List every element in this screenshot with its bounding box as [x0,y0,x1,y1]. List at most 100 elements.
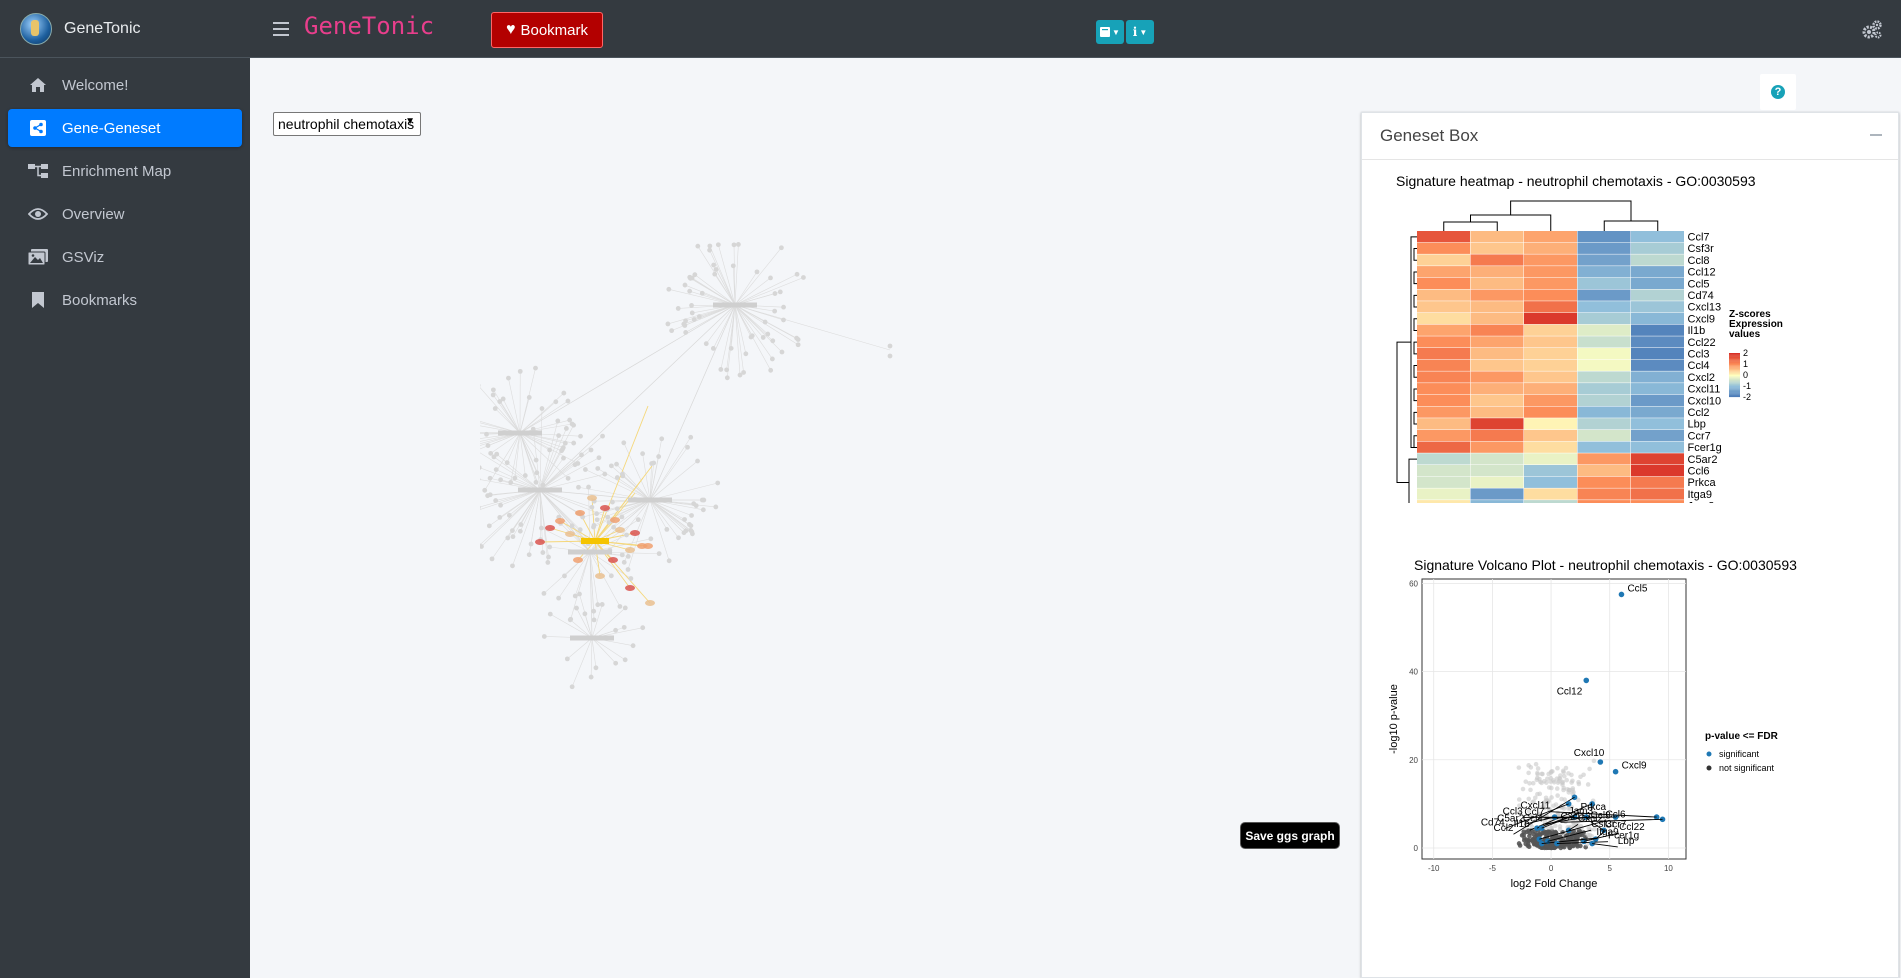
legend-swatch [1729,389,1740,391]
legend-swatch [1729,364,1740,366]
docs-dropdown-button[interactable]: ▼ [1096,20,1124,44]
significant-gene-point [1583,677,1590,684]
geneset-select[interactable]: neutrophil chemotaxis ▼ [273,112,421,136]
gene-node [664,526,670,532]
share-icon [28,118,48,138]
gene-node [688,434,694,440]
gene-node [540,482,546,488]
legend-entry-label: significant [1719,749,1760,759]
gene-node [576,484,581,490]
x-tick-label: -10 [1428,864,1440,873]
gene-node [687,288,693,294]
sidebar-nav: Welcome! Gene-Geneset Enrichment Map Ove… [0,58,250,332]
gene-node [556,595,562,601]
gene-point [1555,793,1560,798]
gene-node [682,517,687,522]
gene-node [700,507,706,513]
gene-point [1532,795,1538,801]
gene-node [494,451,500,457]
heatmap-cell [1470,312,1524,325]
gene-node [619,514,625,520]
gene-node [571,422,576,428]
x-tick-label: 10 [1664,864,1673,873]
gene-node [689,310,695,316]
heatmap-row-label: Ccl4 [1688,360,1710,372]
menu-toggle-icon[interactable] [273,22,289,36]
gene-node [687,274,693,280]
brand-name: GeneTonic [64,19,141,37]
gene-node [666,558,672,564]
heatmap-cell [1470,301,1524,313]
sidebar-item-overview[interactable]: Overview [8,195,242,233]
heatmap-cell [1470,336,1524,348]
legend-swatch [1729,393,1740,395]
gene-node [712,271,718,277]
gene-node [490,392,496,398]
heatmap-cell [1577,254,1631,266]
legend-swatch [1729,381,1740,383]
gene-node [498,477,503,483]
sidebar-item-gsviz[interactable]: GSViz [8,238,242,276]
heatmap-cell [1524,406,1577,418]
gene-node [741,370,746,375]
gene-geneset-network[interactable] [480,178,1360,878]
gene-node [593,665,599,671]
heatmap-cell [1417,359,1470,371]
save-ggs-graph-button[interactable]: Save ggs graph [1240,822,1340,849]
heatmap-cell [1524,453,1577,465]
heatmap-cell [1417,383,1470,395]
x-axis-label: log2 Fold Change [1511,878,1598,890]
network-edge [591,607,626,639]
dendrogram-branch [1510,200,1632,221]
geneset-select-value: neutrophil chemotaxis [278,116,415,132]
sidebar-item-bookmarks[interactable]: Bookmarks [8,281,242,319]
gears-icon[interactable] [1861,20,1883,40]
gene-node [772,291,778,296]
info-icon: i [1132,25,1138,39]
heatmap-cell [1417,254,1470,266]
heatmap-cell [1524,500,1577,503]
heatmap-cell [1417,394,1470,406]
gene-node [768,367,774,373]
collapse-minus-icon[interactable] [1870,134,1882,136]
legend-swatch [1729,384,1740,387]
gene-node [713,267,719,272]
heatmap-row-label: Ccl8 [1688,255,1710,267]
gene-node [715,242,721,248]
heatmap-cell [1417,231,1470,243]
gene-node [571,440,577,446]
network-edge [649,499,679,538]
gene-node [562,573,567,579]
gene-node [795,342,801,348]
network-edge [590,637,593,678]
heatmap-cell [1577,394,1631,406]
heatmap-cell [1577,289,1631,301]
gene-node [485,493,491,499]
sidebar-item-welcome[interactable]: Welcome! [8,66,242,104]
heatmap-row-label: Cd74 [1688,290,1714,302]
heatmap-cell [1577,441,1631,453]
brand[interactable]: GeneTonic [0,0,250,58]
gene-node [691,501,697,507]
gene-node [625,567,631,572]
legend-swatch [1729,379,1740,381]
gene-node [487,475,493,481]
gene-node [539,406,545,411]
heatmap-row-label: Ccl12 [1688,267,1716,279]
help-button[interactable]: ? [1760,74,1796,110]
sidebar-item-enrichment-map[interactable]: Enrichment Map [8,152,242,190]
heatmap-cell [1631,289,1684,301]
gene-point [1517,843,1523,848]
sidebar-item-gene-geneset[interactable]: Gene-Geneset [8,109,242,147]
legend-swatch [1729,383,1740,385]
legend-tick-label: -2 [1743,392,1751,402]
gene-node [754,269,760,275]
heatmap-cell [1417,429,1470,442]
info-dropdown-button[interactable]: i ▼ [1126,20,1154,44]
gene-node [578,433,583,439]
heatmap-row-label: Ccl7 [1688,232,1710,244]
legend-swatch [1729,394,1740,396]
gene-point [1526,844,1532,850]
bookmark-button[interactable]: ♥ Bookmark [491,12,603,48]
gene-node [743,351,749,357]
